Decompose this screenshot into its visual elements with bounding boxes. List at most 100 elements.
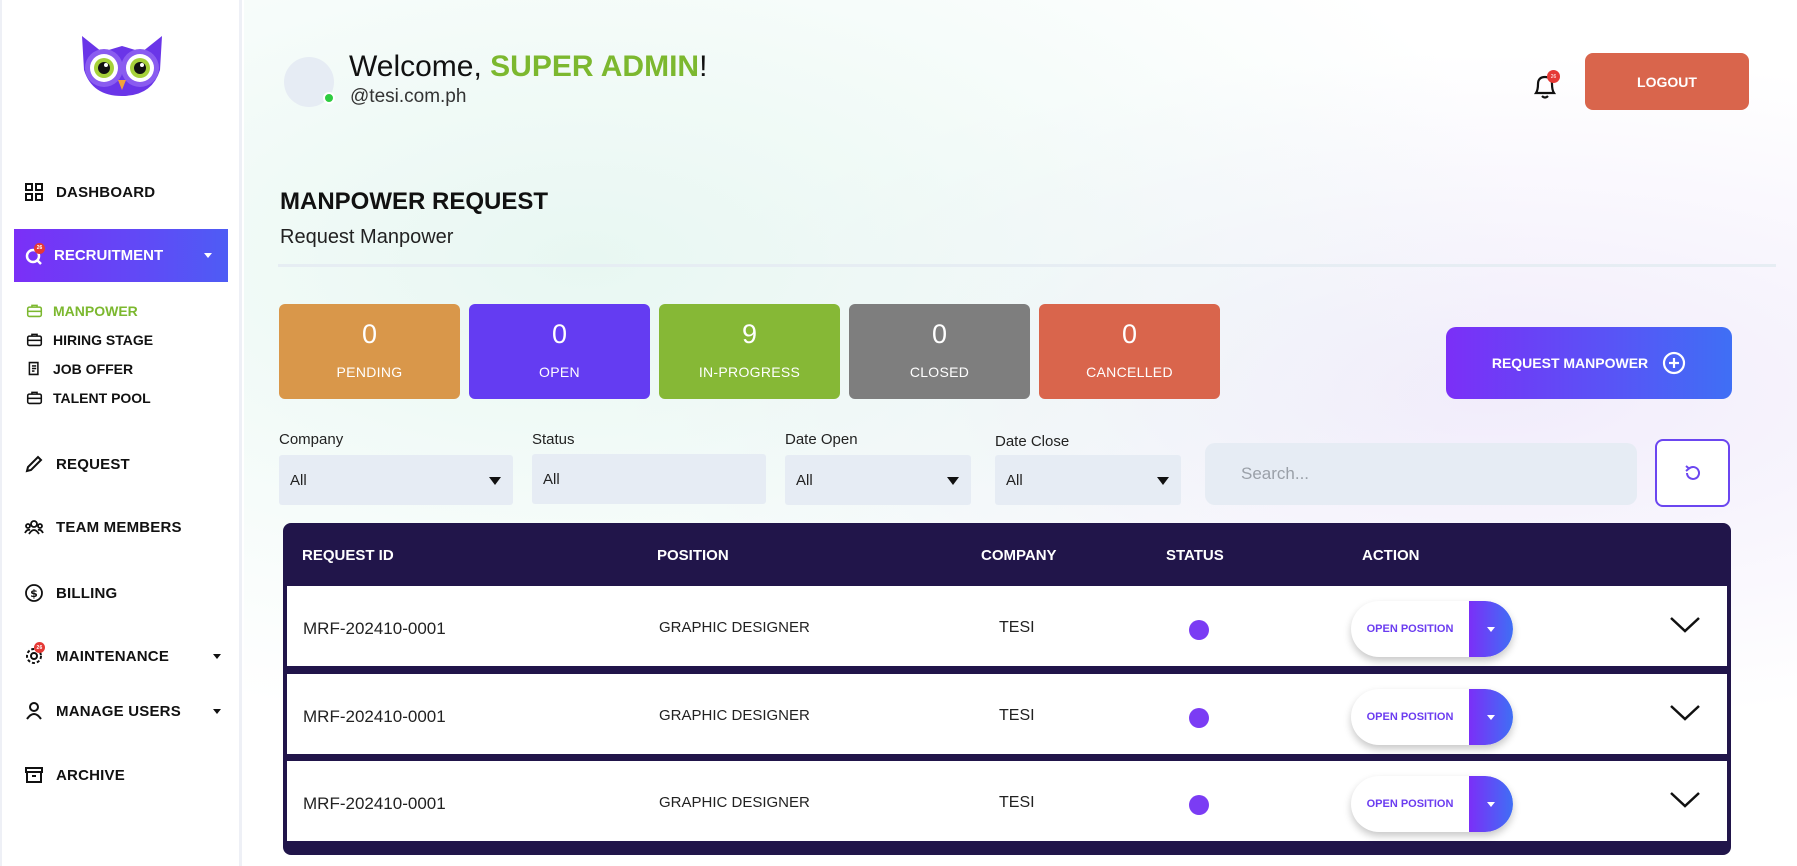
- search-icon: 26: [24, 242, 45, 266]
- status-indicator: [1189, 708, 1209, 728]
- notification-badge: 26: [34, 242, 45, 254]
- stat-card-in-progress[interactable]: 9 IN-PROGRESS: [659, 304, 840, 399]
- company-select[interactable]: All: [279, 455, 513, 505]
- request-id: MRF-202410-0001: [303, 619, 446, 638]
- status-filter-label: Status: [532, 431, 575, 448]
- plus-circle-icon: [1663, 351, 1686, 375]
- briefcase-icon: [26, 391, 43, 405]
- date-close-filter-label: Date Close: [995, 433, 1070, 450]
- refresh-button[interactable]: [1655, 439, 1730, 507]
- table-row[interactable]: MRF-202410-0001 GRAPHIC DESIGNER TESI OP…: [287, 674, 1727, 754]
- stat-card-closed[interactable]: 0 CLOSED: [849, 304, 1030, 399]
- column-header: ACTION: [1362, 547, 1420, 564]
- request-manpower-button[interactable]: REQUEST MANPOWER: [1446, 327, 1732, 399]
- sidebar-subitem-job-offer[interactable]: JOB OFFER: [26, 360, 133, 377]
- welcome-suffix: !: [699, 50, 708, 83]
- open-position-button[interactable]: OPEN POSITION: [1351, 776, 1469, 832]
- owl-logo[interactable]: [72, 30, 172, 100]
- date-open-filter-label: Date Open: [785, 431, 858, 448]
- page-title: MANPOWER REQUEST: [280, 188, 549, 215]
- sidebar-item-billing[interactable]: $ BILLING: [24, 583, 117, 603]
- stat-card-pending[interactable]: 0 PENDING: [279, 304, 460, 399]
- action-dropdown-toggle[interactable]: [1469, 601, 1513, 657]
- status-select[interactable]: All: [532, 454, 766, 504]
- manpower-request-table: REQUEST ID POSITION COMPANY STATUS ACTIO…: [283, 523, 1731, 855]
- pencil-icon: [25, 455, 43, 473]
- action-split-button: OPEN POSITION: [1351, 689, 1513, 745]
- date-close-select-value: All: [1006, 471, 1023, 489]
- date-close-select[interactable]: All: [995, 455, 1181, 505]
- sidebar-subitem-manpower[interactable]: MANPOWER: [26, 302, 138, 319]
- expand-row-icon[interactable]: [1668, 700, 1702, 724]
- stat-value: 0: [551, 319, 568, 349]
- sidebar-item-label: RECRUITMENT: [54, 247, 164, 264]
- stat-value: 0: [361, 319, 378, 349]
- open-position-button[interactable]: OPEN POSITION: [1351, 601, 1469, 657]
- chevron-down-icon: [1157, 477, 1169, 485]
- date-open-select[interactable]: All: [785, 455, 971, 505]
- column-header: REQUEST ID: [302, 547, 394, 564]
- stat-value: 0: [1121, 319, 1138, 349]
- expand-row-icon[interactable]: [1668, 787, 1702, 811]
- stat-value: 0: [931, 319, 948, 349]
- chevron-down-icon: [212, 708, 221, 714]
- team-icon: [24, 520, 44, 535]
- online-status-indicator: [323, 92, 335, 104]
- briefcase-icon: [26, 333, 43, 347]
- briefcase-icon: [26, 304, 43, 318]
- sidebar-item-recruitment[interactable]: 26 RECRUITMENT: [14, 229, 228, 282]
- chevron-down-icon: [1487, 626, 1495, 632]
- request-id: MRF-202410-0001: [303, 707, 446, 726]
- logout-button[interactable]: LOGOUT: [1585, 53, 1749, 110]
- table-row[interactable]: MRF-202410-0001 GRAPHIC DESIGNER TESI OP…: [287, 761, 1727, 841]
- sidebar-item-dashboard[interactable]: DASHBOARD: [24, 182, 155, 202]
- dollar-icon: $: [25, 584, 43, 602]
- table-row[interactable]: MRF-202410-0001 GRAPHIC DESIGNER TESI OP…: [287, 586, 1727, 666]
- sidebar-subitem-label: HIRING STAGE: [53, 331, 154, 348]
- sidebar-item-team-members[interactable]: TEAM MEMBERS: [24, 517, 182, 537]
- user-email: @tesi.com.ph: [350, 86, 467, 107]
- column-header: POSITION: [657, 547, 729, 564]
- user-icon: [26, 702, 42, 720]
- chevron-down-icon: [1487, 801, 1495, 807]
- archive-icon: [25, 767, 43, 783]
- action-dropdown-toggle[interactable]: [1469, 776, 1513, 832]
- svg-text:$: $: [30, 587, 38, 600]
- expand-row-icon[interactable]: [1668, 612, 1702, 636]
- action-dropdown-toggle[interactable]: [1469, 689, 1513, 745]
- sidebar-item-manage-users[interactable]: MANAGE USERS: [24, 701, 221, 721]
- sidebar-item-label: REQUEST: [56, 455, 130, 473]
- sidebar-subitem-hiring-stage[interactable]: HIRING STAGE: [26, 331, 153, 348]
- chevron-down-icon: [489, 477, 501, 485]
- table-header: REQUEST ID POSITION COMPANY STATUS ACTIO…: [283, 523, 1731, 583]
- company: TESI: [999, 619, 1035, 636]
- sidebar-item-maintenance[interactable]: 26 MAINTENANCE: [24, 642, 222, 666]
- company: TESI: [999, 707, 1035, 724]
- sidebar: DASHBOARD 26 RECRUITMENT MANPOWER HIRING…: [0, 0, 242, 866]
- notification-badge: 26: [1547, 70, 1560, 83]
- sidebar-item-request[interactable]: REQUEST: [24, 454, 130, 474]
- open-position-button[interactable]: OPEN POSITION: [1351, 689, 1469, 745]
- chevron-down-icon: [947, 477, 959, 485]
- sidebar-item-archive[interactable]: ARCHIVE: [24, 765, 125, 785]
- status-indicator: [1189, 795, 1209, 815]
- status-indicator: [1189, 620, 1209, 640]
- sidebar-item-label: TEAM MEMBERS: [56, 518, 182, 536]
- welcome-message: Welcome, SUPER ADMIN!: [349, 50, 707, 84]
- stat-card-open[interactable]: 0 OPEN: [469, 304, 650, 399]
- stat-label: CANCELLED: [1086, 364, 1173, 380]
- stat-label: PENDING: [336, 364, 403, 380]
- chevron-down-icon: [213, 653, 222, 659]
- divider: [278, 264, 1776, 267]
- notifications-button[interactable]: 26: [1530, 70, 1560, 102]
- gear-icon: 26: [24, 642, 45, 666]
- status-select-value: All: [543, 470, 560, 488]
- stat-card-cancelled[interactable]: 0 CANCELLED: [1039, 304, 1220, 399]
- search-input[interactable]: [1205, 443, 1637, 505]
- sidebar-subitem-talent-pool[interactable]: TALENT POOL: [26, 389, 151, 406]
- chevron-down-icon: [204, 253, 212, 258]
- refresh-icon: [1684, 465, 1700, 480]
- column-header: STATUS: [1166, 547, 1224, 564]
- stat-label: OPEN: [539, 364, 580, 380]
- page-subtitle: Request Manpower: [280, 226, 454, 248]
